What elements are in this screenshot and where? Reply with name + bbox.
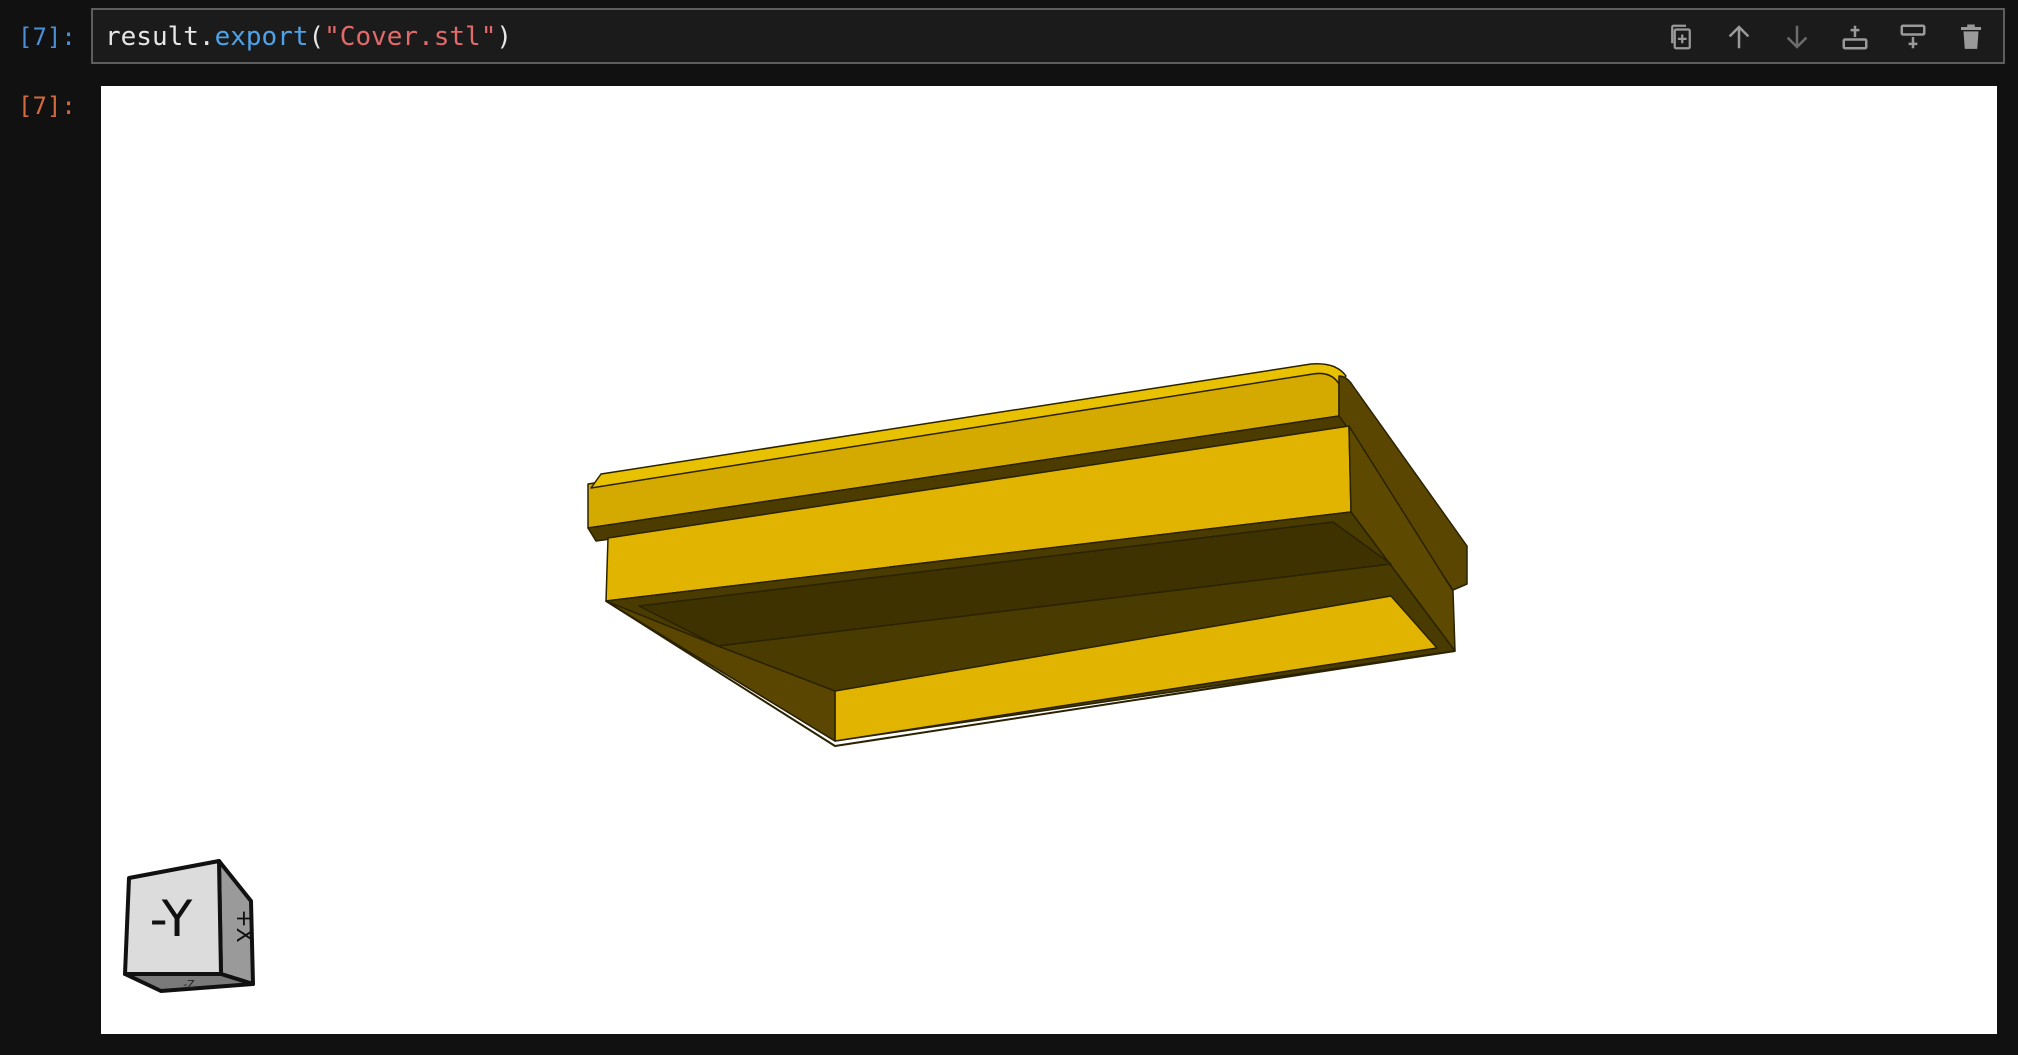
arrow-down-icon [1786,25,1808,49]
cube-side-label: +X [231,909,256,943]
trash-icon [1961,24,1981,49]
insert-above-icon [1842,25,1868,50]
code-dot: . [198,22,215,52]
code-object: result [105,22,199,52]
code-string-arg: "Cover.stl" [324,22,497,52]
cube-bottom-label: -Z [183,978,195,991]
duplicate-icon [1671,24,1691,50]
move-down-button[interactable] [1777,17,1817,57]
move-up-button[interactable] [1719,17,1759,57]
insert-above-button[interactable] [1835,17,1875,57]
arrow-up-icon [1728,25,1750,49]
cell-toolbar [1661,16,1991,58]
cube-front-label: -Y [150,890,193,948]
insert-below-button[interactable] [1893,17,1933,57]
code-method: export [214,22,309,52]
3d-viewer-canvas[interactable] [101,86,1997,1034]
code-close-paren: ) [496,22,512,52]
code-open-paren: ( [308,22,325,52]
cover-model [587,363,1468,747]
code-line[interactable]: result.export("Cover.stl") [105,20,512,54]
duplicate-cell-button[interactable] [1661,17,1701,57]
insert-below-icon [1900,24,1926,49]
orientation-cube[interactable]: -Y +X -Z [111,846,281,996]
output-prompt: [7]: [18,92,76,120]
code-editor[interactable]: result.export("Cover.stl") [91,8,2005,64]
code-cell: [7]: result.export("Cover.stl") [0,0,2018,84]
output-area: -Y +X -Z [101,86,1997,1034]
input-prompt: [7]: [18,23,76,51]
delete-cell-button[interactable] [1951,17,1991,57]
